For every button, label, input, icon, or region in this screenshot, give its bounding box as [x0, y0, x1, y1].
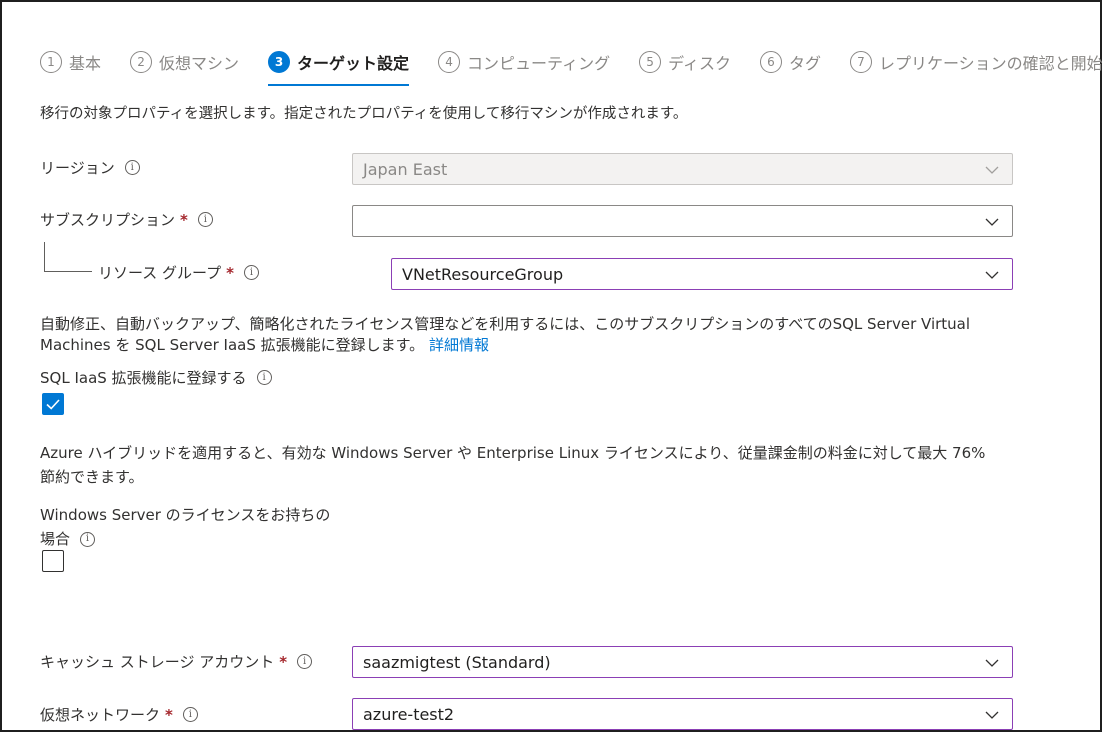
required-marker: * — [165, 705, 173, 724]
sql-description: 自動修正、自動バックアップ、簡略化されたライセンス管理などを利用するには、このサ… — [40, 314, 1040, 356]
region-label-text: リージョン — [40, 159, 115, 177]
step-number: 1 — [40, 51, 62, 73]
step-label: ターゲット設定 — [297, 54, 410, 73]
hybrid-description: Azure ハイブリッドを適用すると、有効な Windows Server や … — [40, 441, 1040, 489]
step-label: ディスク — [668, 54, 731, 73]
subscription-select[interactable] — [352, 205, 1013, 237]
virtual-network-label: 仮想ネットワーク * i — [40, 704, 198, 725]
chevron-down-icon — [984, 267, 1000, 283]
virtual-network-label-text: 仮想ネットワーク — [40, 706, 161, 724]
tree-connector — [44, 242, 92, 272]
region-select: Japan East — [352, 153, 1013, 185]
step-number: 7 — [850, 51, 872, 73]
cache-storage-value: saazmigtest (Standard) — [363, 652, 551, 672]
intro-text: 移行の対象プロパティを選択します。指定されたプロパティを使用して移行マシンが作成… — [40, 106, 688, 122]
sql-checkbox-label: SQL IaaS 拡張機能に登録する i — [40, 367, 272, 388]
resource-group-label: リソース グループ * i — [98, 262, 259, 283]
step-virtual-machines[interactable]: 2 仮想マシン — [130, 44, 239, 80]
resource-group-label-text: リソース グループ — [98, 264, 222, 282]
step-number: 6 — [759, 51, 782, 73]
region-value: Japan East — [363, 159, 448, 179]
subscription-label-text: サブスクリプション — [40, 211, 176, 229]
hybrid-checkbox-label-line2-row: 場合 i — [40, 527, 330, 551]
cache-storage-label-text: キャッシュ ストレージ アカウント — [40, 653, 275, 671]
step-target-settings[interactable]: 3 ターゲット設定 — [268, 44, 410, 86]
region-label: リージョン i — [40, 157, 140, 178]
info-icon[interactable]: i — [256, 370, 272, 385]
step-label: レプリケーションの確認と開始 — [879, 54, 1102, 73]
windows-server-license-checkbox[interactable] — [42, 550, 64, 572]
resource-group-select[interactable]: VNetResourceGroup — [391, 258, 1013, 290]
hybrid-checkbox-label-line2: 場合 — [40, 530, 71, 548]
resource-group-value: VNetResourceGroup — [402, 264, 564, 284]
info-icon[interactable]: i — [297, 654, 313, 669]
info-icon[interactable]: i — [197, 212, 213, 227]
required-marker: * — [180, 210, 188, 229]
cache-storage-select[interactable]: saazmigtest (Standard) — [352, 646, 1013, 678]
cache-storage-label: キャッシュ ストレージ アカウント * i — [40, 651, 313, 672]
chevron-down-icon — [984, 214, 1000, 230]
step-number: 2 — [130, 51, 153, 73]
sql-description-text: 自動修正、自動バックアップ、簡略化されたライセンス管理などを利用するには、このサ… — [40, 315, 971, 354]
step-tags[interactable]: 6 タグ — [759, 44, 821, 80]
hybrid-description-line2: 節約できます。 — [40, 468, 144, 486]
info-icon[interactable]: i — [80, 531, 96, 547]
step-number: 5 — [639, 51, 662, 73]
subscription-label: サブスクリプション * i — [40, 209, 213, 230]
info-icon[interactable]: i — [124, 160, 140, 175]
hybrid-description-line1: Azure ハイブリッドを適用すると、有効な Windows Server や … — [40, 444, 986, 462]
virtual-network-select[interactable]: azure-test2 — [352, 698, 1013, 730]
step-label: タグ — [788, 54, 821, 73]
chevron-down-icon — [984, 707, 1000, 723]
wizard-steps: 1 基本 2 仮想マシン 3 ターゲット設定 4 コンピューティング 5 ディス… — [40, 44, 1102, 86]
step-label: 基本 — [69, 54, 102, 73]
checkmark-icon — [46, 399, 60, 410]
required-marker: * — [279, 652, 288, 671]
hybrid-checkbox-label-line1: Windows Server のライセンスをお持ちの — [40, 506, 331, 524]
step-basics[interactable]: 1 基本 — [40, 44, 101, 80]
learn-more-link[interactable]: 詳細情報 — [429, 336, 489, 354]
step-label: コンピューティング — [467, 54, 611, 73]
chevron-down-icon — [984, 162, 1000, 178]
step-compute[interactable]: 4 コンピューティング — [438, 44, 610, 80]
window-frame: 1 基本 2 仮想マシン 3 ターゲット設定 4 コンピューティング 5 ディス… — [0, 0, 1102, 732]
info-icon[interactable]: i — [182, 707, 198, 722]
info-icon[interactable]: i — [243, 265, 259, 280]
step-number: 3 — [268, 51, 291, 73]
sql-checkbox-label-text: SQL IaaS 拡張機能に登録する — [40, 369, 247, 387]
chevron-down-icon — [984, 655, 1000, 671]
required-marker: * — [226, 263, 234, 282]
step-disks[interactable]: 5 ディスク — [639, 44, 731, 80]
step-label: 仮想マシン — [159, 54, 240, 73]
step-number: 4 — [438, 51, 461, 73]
sql-register-checkbox[interactable] — [42, 393, 64, 415]
virtual-network-value: azure-test2 — [363, 704, 455, 724]
step-review-and-start[interactable]: 7 レプリケーションの確認と開始 — [850, 44, 1102, 80]
hybrid-checkbox-label: Windows Server のライセンスをお持ちの 場合 i — [40, 503, 330, 551]
